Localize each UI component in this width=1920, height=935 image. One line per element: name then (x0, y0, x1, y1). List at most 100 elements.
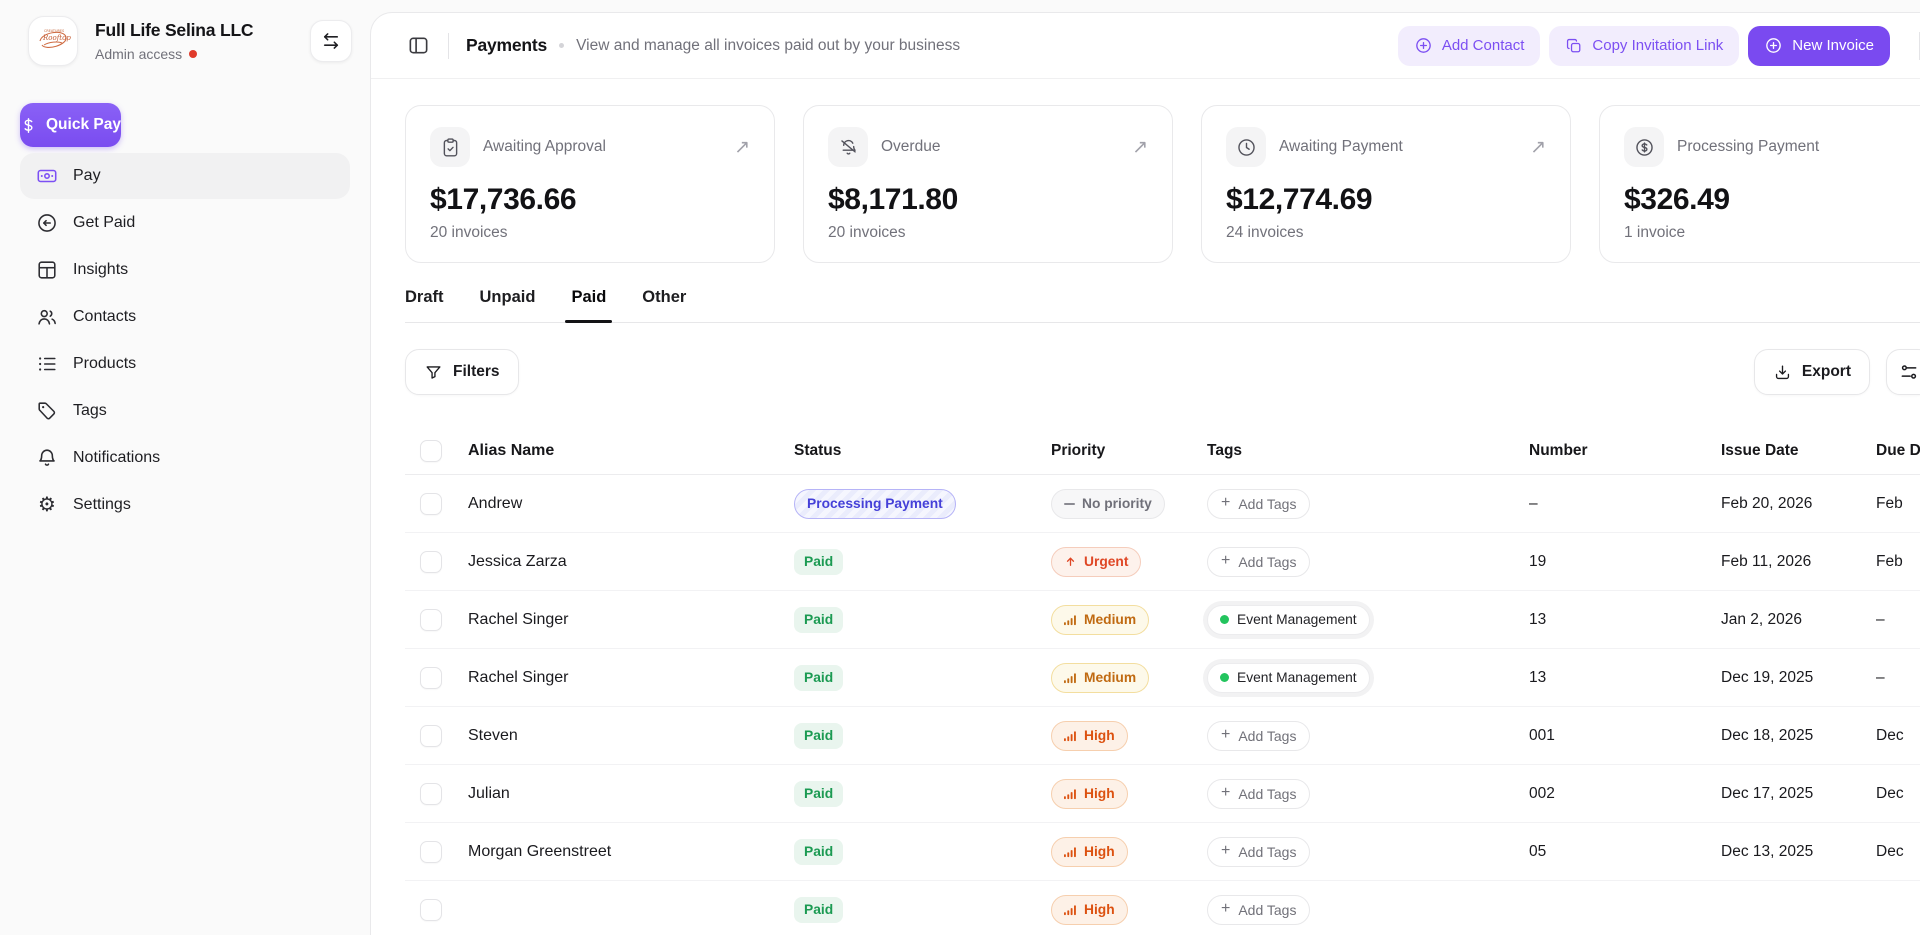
table-row[interactable]: Morgan Greenstreet Paid High +Add Tags 0… (405, 823, 1920, 881)
alias-name: Julian (453, 785, 794, 803)
sidebar-item-label: Contacts (73, 308, 136, 326)
tag-dot (1220, 615, 1229, 624)
filters-button[interactable]: Filters (405, 349, 519, 395)
select-all-checkbox[interactable] (420, 440, 442, 462)
add-tags-button[interactable]: +Add Tags (1207, 721, 1310, 751)
summary-card-awaiting-payment[interactable]: Awaiting Payment ↗ $12,774.69 24 invoice… (1201, 105, 1571, 263)
title-separator-dot (559, 43, 564, 48)
svg-text:Rooftop: Rooftop (42, 34, 71, 42)
sidebar-item-notifications[interactable]: Notifications (20, 435, 350, 481)
summary-card-awaiting-approval[interactable]: Awaiting Approval ↗ $17,736.66 20 invoic… (405, 105, 775, 263)
sidebar-item-tags[interactable]: Tags (20, 388, 350, 434)
row-checkbox[interactable] (420, 899, 442, 921)
priority-badge[interactable]: Urgent (1051, 547, 1141, 577)
row-checkbox[interactable] (420, 725, 442, 747)
column-status[interactable]: Status (794, 442, 1051, 460)
toolbar-right: Export (1754, 349, 1920, 395)
add-tags-button[interactable]: +Add Tags (1207, 779, 1310, 809)
tab-unpaid[interactable]: Unpaid (480, 288, 536, 322)
card-label: Awaiting Payment (1279, 138, 1403, 156)
priority-badge[interactable]: High (1051, 779, 1128, 809)
row-checkbox[interactable] (420, 609, 442, 631)
priority-badge[interactable]: High (1051, 721, 1128, 751)
view-settings-button[interactable] (1886, 349, 1920, 395)
due-date: Dec (1876, 785, 1920, 803)
tab-draft[interactable]: Draft (405, 288, 444, 322)
sidebar-item-label: Pay (73, 167, 101, 185)
column-due-date[interactable]: Due Date (1876, 442, 1920, 460)
switch-workspace-button[interactable] (310, 20, 352, 62)
priority-badge[interactable]: Medium (1051, 663, 1149, 693)
summary-card-overdue[interactable]: Overdue ↗ $8,171.80 20 invoices (803, 105, 1173, 263)
priority-badge[interactable]: High (1051, 895, 1128, 925)
status-badge: Paid (794, 665, 843, 691)
table-row[interactable]: Jessica Zarza Paid Urgent +Add Tags 19 F… (405, 533, 1920, 591)
invoice-number: 13 (1529, 611, 1721, 629)
add-tags-button[interactable]: +Add Tags (1207, 837, 1310, 867)
copy-invitation-link-button[interactable]: Copy Invitation Link (1549, 26, 1739, 66)
new-invoice-button[interactable]: New Invoice (1748, 26, 1890, 66)
open-arrow-icon[interactable]: ↗ (1132, 138, 1148, 157)
table-row[interactable]: Steven Paid High +Add Tags 001 Dec 18, 2… (405, 707, 1920, 765)
sliders-icon (1899, 362, 1919, 382)
sidebar-toggle-button[interactable] (405, 33, 431, 59)
signal-bars-icon (1064, 729, 1077, 742)
table-row[interactable]: Rachel Singer Paid Medium Event Manageme… (405, 591, 1920, 649)
priority-badge[interactable]: Medium (1051, 605, 1149, 635)
sidebar-item-products[interactable]: Products (20, 341, 350, 387)
clock-icon (1226, 127, 1266, 167)
plus-circle-icon (1414, 36, 1433, 55)
due-date: – (1876, 669, 1920, 687)
company-logo[interactable]: Rooftop CREATURES (28, 16, 78, 66)
export-button[interactable]: Export (1754, 349, 1870, 395)
status-badge: Paid (794, 723, 843, 749)
row-checkbox[interactable] (420, 841, 442, 863)
row-checkbox[interactable] (420, 667, 442, 689)
tag-chip[interactable]: Event Management (1207, 605, 1370, 635)
sidebar-item-contacts[interactable]: Contacts (20, 294, 350, 340)
column-priority[interactable]: Priority (1051, 442, 1207, 460)
tab-other[interactable]: Other (642, 288, 686, 322)
panel-left-icon (407, 34, 430, 57)
column-tags[interactable]: Tags (1207, 442, 1529, 460)
sidebar-item-label: Insights (73, 261, 128, 279)
add-contact-button[interactable]: Add Contact (1398, 26, 1541, 66)
card-label: Awaiting Approval (483, 138, 606, 156)
table-row[interactable]: Julian Paid High +Add Tags 002 Dec 17, 2… (405, 765, 1920, 823)
tab-paid[interactable]: Paid (571, 288, 606, 322)
column-issue-date[interactable]: Issue Date (1721, 442, 1876, 460)
tag-chip[interactable]: Event Management (1207, 663, 1370, 693)
quick-pay-button[interactable]: Quick Pay (20, 103, 121, 147)
add-tags-button[interactable]: +Add Tags (1207, 895, 1310, 925)
table-row[interactable]: Rachel Singer Paid Medium Event Manageme… (405, 649, 1920, 707)
status-badge: Paid (794, 897, 843, 923)
priority-badge[interactable]: No priority (1051, 489, 1165, 519)
users-icon (36, 306, 58, 328)
open-arrow-icon[interactable]: ↗ (734, 138, 750, 157)
sidebar-item-get-paid[interactable]: Get Paid (20, 200, 350, 246)
column-number[interactable]: Number (1529, 442, 1721, 460)
plus-icon: + (1221, 553, 1230, 569)
add-tags-button[interactable]: +Add Tags (1207, 547, 1310, 577)
sidebar-item-pay[interactable]: Pay (20, 153, 350, 199)
alias-name: Andrew (453, 495, 794, 513)
summary-cards: Awaiting Approval ↗ $17,736.66 20 invoic… (405, 105, 1920, 263)
sidebar-item-settings[interactable]: ⚙ Settings (20, 482, 350, 528)
sidebar-item-label: Tags (73, 402, 107, 420)
row-checkbox[interactable] (420, 551, 442, 573)
sidebar-nav: Pay Get Paid Insights (0, 153, 370, 528)
row-checkbox[interactable] (420, 493, 442, 515)
open-arrow-icon[interactable]: ↗ (1530, 138, 1546, 157)
column-alias-name[interactable]: Alias Name (453, 442, 794, 460)
signal-bars-icon (1064, 787, 1077, 800)
priority-badge[interactable]: High (1051, 837, 1128, 867)
table-row[interactable]: Paid High +Add Tags (405, 881, 1920, 935)
sidebar-item-insights[interactable]: Insights (20, 247, 350, 293)
table-row[interactable]: Andrew Processing Payment No priority +A… (405, 475, 1920, 533)
summary-card-processing-payment[interactable]: Processing Payment ↗ $326.49 1 invoice (1599, 105, 1920, 263)
row-checkbox[interactable] (420, 783, 442, 805)
rooftop-logo-art: Rooftop CREATURES (34, 22, 72, 60)
invoice-number: 13 (1529, 669, 1721, 687)
card-label: Processing Payment (1677, 138, 1819, 156)
add-tags-button[interactable]: +Add Tags (1207, 489, 1310, 519)
